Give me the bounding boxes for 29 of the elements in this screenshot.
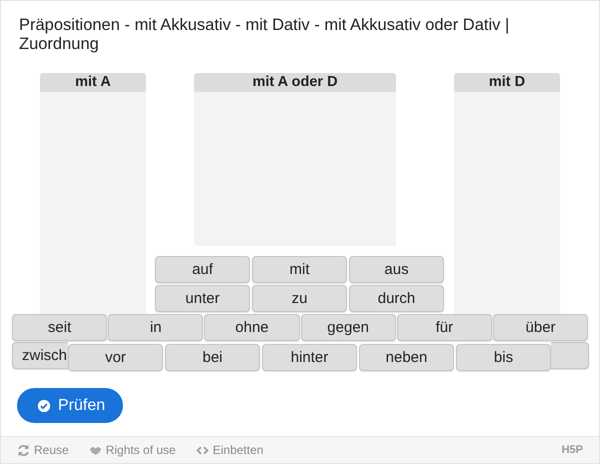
word-tile[interactable]: neben <box>359 344 454 371</box>
word-tile[interactable]: zu <box>252 285 347 312</box>
word-tile[interactable]: aus <box>349 256 444 283</box>
word-tile[interactable]: ohne <box>204 314 300 341</box>
word-tile[interactable]: bis <box>456 344 551 371</box>
word-tile[interactable]: bei <box>165 344 260 371</box>
word-tile[interactable]: durch <box>349 285 444 312</box>
word-tile[interactable]: seit <box>12 314 108 341</box>
zone-heading: mit A <box>40 73 146 92</box>
zone-heading: mit A oder D <box>194 73 396 92</box>
word-tile[interactable]: zwisch <box>12 342 68 369</box>
word-tile[interactable]: über <box>492 314 588 341</box>
word-tile[interactable]: in <box>108 314 204 341</box>
logo: H5P <box>562 444 583 456</box>
word-tile[interactable] <box>551 342 589 369</box>
word-tile[interactable]: für <box>396 314 492 341</box>
code-icon <box>196 444 209 456</box>
task-title: Präpositionen - mit Akkusativ - mit Dativ - mit Akkusativ oder Dativ | Zuordnung <box>18 15 510 55</box>
check-circle-icon <box>37 398 51 412</box>
check-button[interactable]: Prüfen <box>17 388 124 423</box>
refresh-icon <box>17 444 30 456</box>
word-tile[interactable]: gegen <box>300 314 396 341</box>
word-tile[interactable]: mit <box>252 256 347 283</box>
zone-heading: mit D <box>454 73 560 92</box>
word-tile[interactable]: auf <box>155 256 250 283</box>
word-tile[interactable]: unter <box>155 285 250 312</box>
word-tile[interactable]: hinter <box>262 344 357 371</box>
drop-zone[interactable]: mit A oder D <box>194 73 396 246</box>
word-tile[interactable]: vor <box>68 344 163 371</box>
